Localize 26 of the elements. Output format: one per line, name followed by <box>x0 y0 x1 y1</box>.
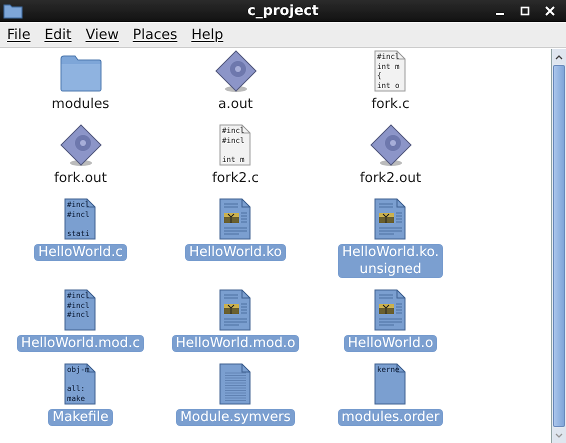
file-name[interactable]: fork.out <box>50 170 111 187</box>
window-title: c_project <box>246 3 320 19</box>
picture-document-icon <box>219 198 252 241</box>
file-name[interactable]: modules <box>48 96 114 113</box>
gear-file-icon <box>214 49 258 93</box>
menu-item[interactable]: Places <box>128 26 182 42</box>
file-name[interactable]: fork.c <box>367 96 414 113</box>
text-file-icon <box>219 363 252 406</box>
gear-file-icon <box>368 123 412 167</box>
close-icon[interactable] <box>545 6 555 16</box>
scrollbar[interactable] <box>551 49 566 443</box>
menu-item[interactable]: View <box>80 26 124 42</box>
folder-icon <box>3 3 23 19</box>
menu-item[interactable]: File <box>2 26 36 42</box>
picture-document-icon <box>374 198 407 241</box>
file-name[interactable]: fork2.out <box>356 170 426 187</box>
picture-document-icon <box>374 289 407 332</box>
menu-item[interactable]: Edit <box>39 26 77 42</box>
folder-icon <box>58 53 102 93</box>
maximize-icon[interactable] <box>520 6 530 16</box>
file-name[interactable]: fork2.c <box>208 170 263 187</box>
menu-item[interactable]: Help <box>186 26 228 42</box>
gear-file-icon <box>58 123 102 167</box>
scrollbar-thumb[interactable] <box>553 65 565 427</box>
picture-document-icon <box>219 289 252 332</box>
file-name[interactable]: a.out <box>214 96 257 113</box>
